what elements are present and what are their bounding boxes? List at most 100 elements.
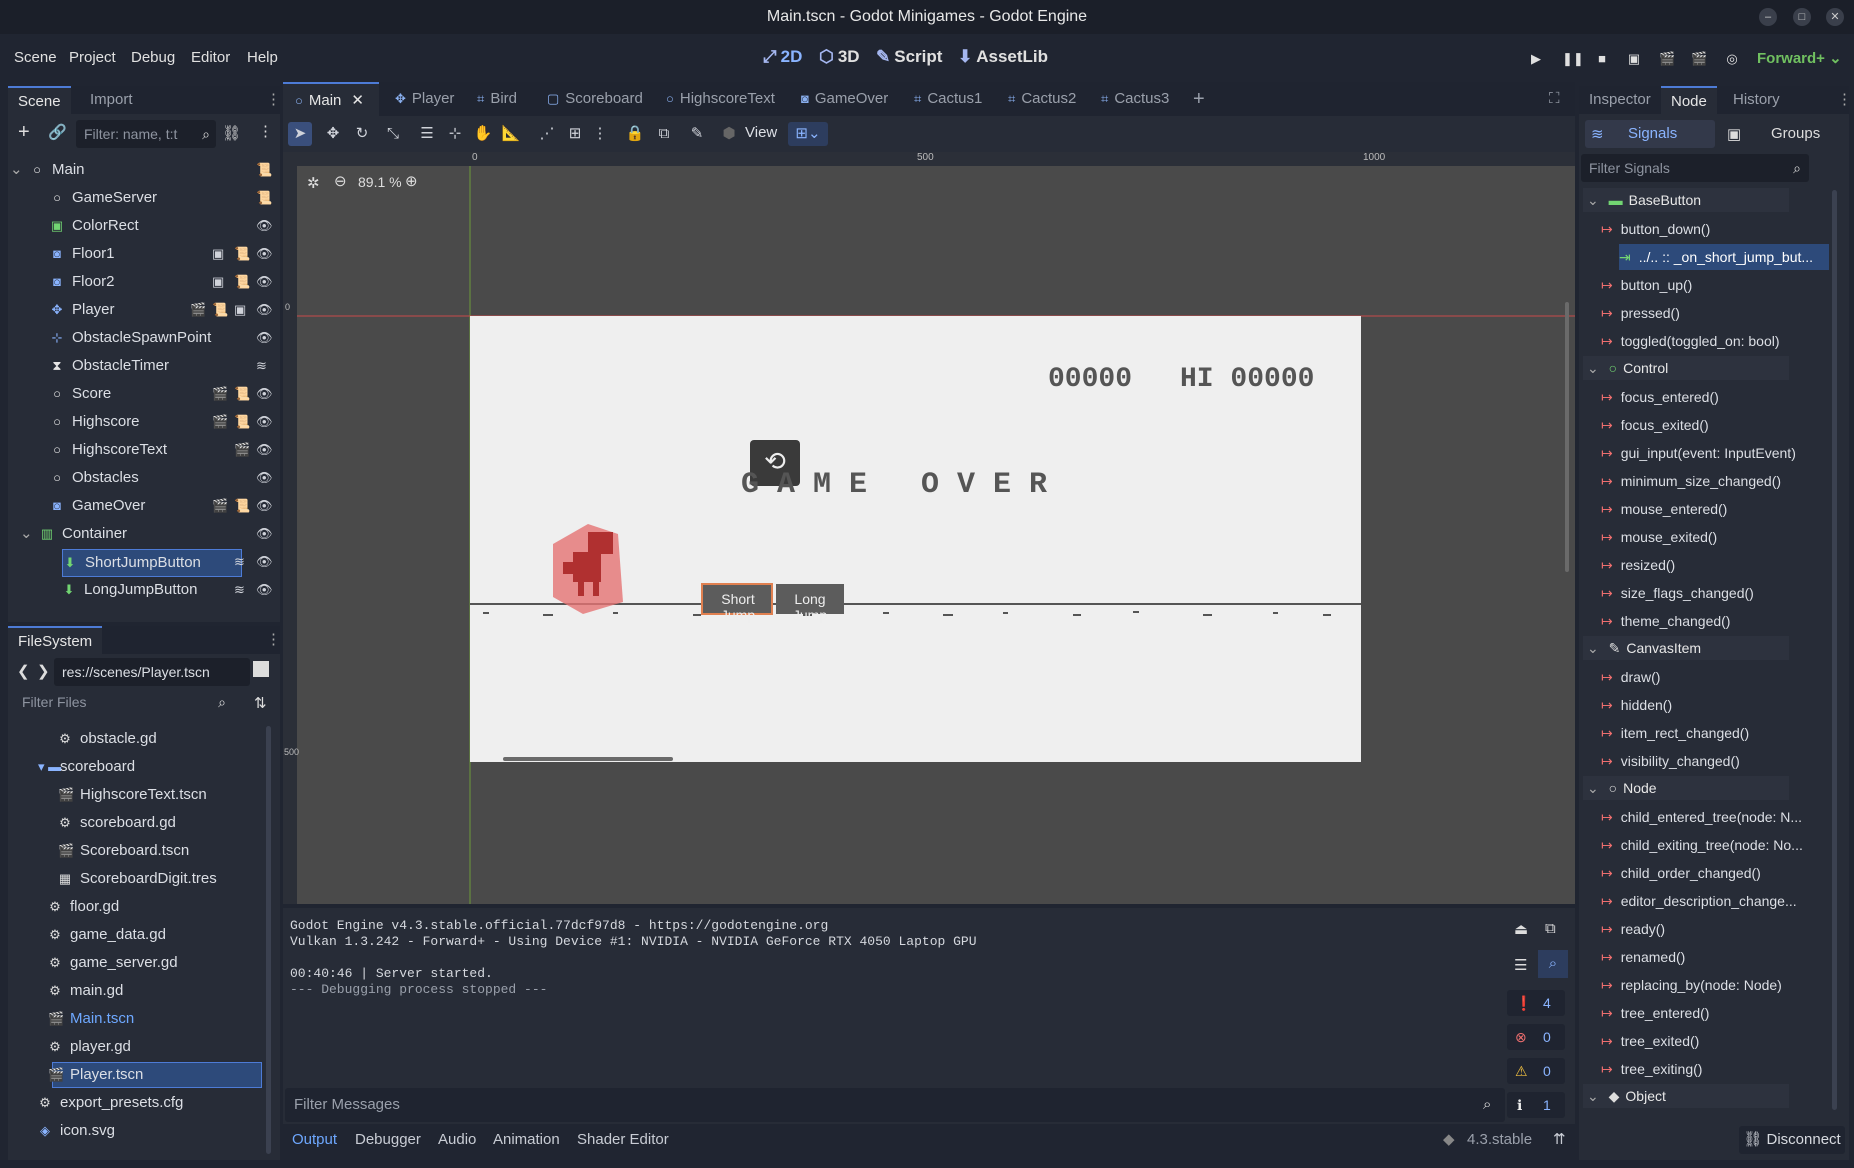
collapse-icon[interactable]: ☰: [1514, 956, 1527, 974]
tab-history[interactable]: History: [1723, 86, 1790, 114]
minimize-icon[interactable]: –: [1759, 8, 1777, 26]
path-field[interactable]: res://scenes/Player.tscn: [54, 658, 250, 686]
tab-node[interactable]: Node: [1661, 86, 1717, 114]
link-icon[interactable]: 🔗: [48, 123, 67, 141]
signal-item[interactable]: ↦ item_rect_changed(): [1601, 720, 1829, 746]
signal-item[interactable]: ↦ mouse_exited(): [1601, 524, 1829, 550]
signal-category-node[interactable]: ⌄ ○ Node: [1583, 776, 1789, 800]
zoom-in-icon[interactable]: ⊕: [405, 172, 418, 190]
snap-options-icon[interactable]: ⋮: [588, 122, 612, 146]
node-dock-menu-icon[interactable]: ⋮: [1837, 90, 1852, 108]
signal-item[interactable]: ⇥ ../.. :: _on_short_jump_but...: [1619, 244, 1829, 270]
tab-bird[interactable]: ⌗ Bird: [477, 82, 517, 116]
signal-item[interactable]: ↦ button_up(): [1601, 272, 1829, 298]
signal-category-basebutton[interactable]: ⌄ ▬ BaseButton: [1583, 188, 1789, 212]
scene-icon[interactable]: 🎬: [212, 381, 228, 407]
zoom-out-icon[interactable]: ⊖: [334, 172, 347, 190]
signal-item[interactable]: ↦ draw(): [1601, 664, 1829, 690]
scene-node-main[interactable]: ⌄ ○ Main 📜: [8, 157, 280, 183]
script-icon[interactable]: 📜: [234, 381, 250, 407]
scene-filter-input[interactable]: Filter: name, t:t ⌕: [76, 120, 216, 148]
file-item[interactable]: ⚙ game_server.gd: [8, 950, 264, 976]
scene-node-longjumpbutton[interactable]: ⬇ LongJumpButton ≋ 👁: [8, 577, 280, 603]
signal-item[interactable]: ↦ mouse_entered(): [1601, 496, 1829, 522]
scene-node-gameserver[interactable]: ○ GameServer 📜: [8, 185, 280, 211]
visibility-icon[interactable]: 👁: [256, 213, 273, 239]
signals-tab[interactable]: ≋ Signals: [1585, 120, 1715, 148]
visibility-icon[interactable]: 👁: [256, 521, 273, 547]
visibility-icon[interactable]: 👁: [256, 381, 273, 407]
select-tool-icon[interactable]: ➤: [288, 122, 312, 146]
group-icon[interactable]: ⧉: [652, 122, 676, 146]
maximize-icon[interactable]: □: [1793, 8, 1811, 26]
visibility-icon[interactable]: 👁: [256, 577, 273, 603]
visibility-icon[interactable]: 👁: [256, 409, 273, 435]
scene-node-score[interactable]: ○ Score 🎬 📜 👁: [8, 381, 280, 407]
signal-item[interactable]: ↦ theme_changed(): [1601, 608, 1829, 634]
scene-node-highscoretext[interactable]: ○ HighscoreText 🎬 👁: [8, 437, 280, 463]
tab-debugger[interactable]: Debugger: [355, 1124, 421, 1156]
sort-icon[interactable]: ⇅: [254, 694, 267, 712]
file-item[interactable]: 🎬 HighscoreText.tscn: [8, 782, 264, 808]
script-icon[interactable]: 📜: [234, 409, 250, 435]
script-icon[interactable]: 📜: [256, 185, 272, 211]
signal-category-object[interactable]: ⌄ ◆ Object: [1583, 1084, 1789, 1108]
rotate-tool-icon[interactable]: ↻: [350, 122, 374, 146]
tab-gameover[interactable]: ◙ GameOver: [801, 82, 888, 116]
pan-tool-icon[interactable]: ✋: [471, 122, 495, 146]
pause-icon[interactable]: ❚❚: [1562, 51, 1584, 67]
forward-icon[interactable]: ❯: [37, 662, 50, 680]
scene-icon[interactable]: 🎬: [212, 493, 228, 519]
signal-item[interactable]: ↦ button_down(): [1601, 216, 1829, 242]
signal-item[interactable]: ↦ gui_input(event: InputEvent): [1601, 440, 1829, 466]
signal-item[interactable]: ↦ tree_exiting(): [1601, 1056, 1829, 1082]
scene-node-floor1[interactable]: ◙ Floor1 ▣ 📜 👁: [8, 241, 280, 267]
play-scene-icon[interactable]: 🎬: [1659, 51, 1675, 67]
expand-arrow-icon[interactable]: ⌄: [20, 521, 33, 547]
file-item[interactable]: 🎬 Main.tscn: [8, 1006, 264, 1032]
close-icon[interactable]: ✕: [1826, 8, 1844, 26]
visibility-icon[interactable]: 👁: [256, 297, 273, 323]
file-item[interactable]: ▾ ▬scoreboard: [8, 754, 264, 780]
menu-editor[interactable]: Editor: [191, 49, 230, 66]
remote-debug-icon[interactable]: ▣: [1626, 51, 1642, 67]
signal-item[interactable]: ↦ tree_exited(): [1601, 1028, 1829, 1054]
script-icon[interactable]: 📜: [234, 269, 250, 295]
scene-node-highscore[interactable]: ○ Highscore 🎬 📜 👁: [8, 409, 280, 435]
tab-import[interactable]: Import: [80, 86, 143, 114]
scene-node-container[interactable]: ⌄ ▥ Container 👁: [8, 521, 280, 547]
tab-animation[interactable]: Animation: [493, 1124, 560, 1156]
disconnect-button[interactable]: ⛓ Disconnect: [1739, 1126, 1845, 1154]
tab-inspector[interactable]: Inspector: [1579, 86, 1661, 114]
file-item[interactable]: ⚙ scoreboard.gd: [8, 810, 264, 836]
h-scrollbar[interactable]: [503, 757, 673, 761]
visibility-icon[interactable]: 👁: [256, 493, 273, 519]
file-item[interactable]: ▦ ScoreboardDigit.tres: [8, 866, 264, 892]
tab-cactus1[interactable]: ⌗ Cactus1: [914, 82, 982, 116]
visibility-icon[interactable]: 👁: [256, 465, 273, 491]
tab-cactus3[interactable]: ⌗ Cactus3: [1101, 82, 1169, 116]
play-icon[interactable]: ▶: [1528, 51, 1544, 67]
file-item[interactable]: 🎬 Scoreboard.tscn: [8, 838, 264, 864]
file-filter-input[interactable]: Filter Files ⌕: [14, 688, 232, 716]
menu-help[interactable]: Help: [247, 49, 278, 66]
visibility-icon[interactable]: 👁: [256, 241, 273, 267]
main-assetlib-button[interactable]: ⬇ AssetLib: [958, 47, 1048, 67]
signal-category-control[interactable]: ⌄ ○ Control: [1583, 356, 1789, 380]
signal-item[interactable]: ↦ toggled(toggled_on: bool): [1601, 328, 1829, 354]
signal-scrollbar[interactable]: [1832, 190, 1837, 1110]
filter-signals-input[interactable]: Filter Signals ⌕: [1581, 154, 1809, 182]
tab-filesystem[interactable]: FileSystem: [8, 626, 103, 654]
menu-debug[interactable]: Debug: [131, 49, 175, 66]
signal-item[interactable]: ↦ visibility_changed(): [1601, 748, 1829, 774]
file-item[interactable]: 🎬 Player.tscn: [8, 1062, 264, 1088]
signal-item[interactable]: ↦ replacing_by(node: Node): [1601, 972, 1829, 998]
scene-node-colorrect[interactable]: ▣ ColorRect 👁: [8, 213, 280, 239]
signal-item[interactable]: ↦ child_entered_tree(node: N...: [1601, 804, 1829, 830]
back-icon[interactable]: ❮: [17, 662, 30, 680]
scene-node-obstacletimer[interactable]: ⧗ ObstacleTimer ≋: [8, 353, 280, 379]
groups-tab[interactable]: ▣ Groups: [1719, 120, 1844, 148]
file-item[interactable]: ⚙ export_presets.cfg: [8, 1090, 264, 1116]
signal-item[interactable]: ↦ resized(): [1601, 552, 1829, 578]
info-count-toggle[interactable]: ℹ1: [1507, 1092, 1565, 1118]
